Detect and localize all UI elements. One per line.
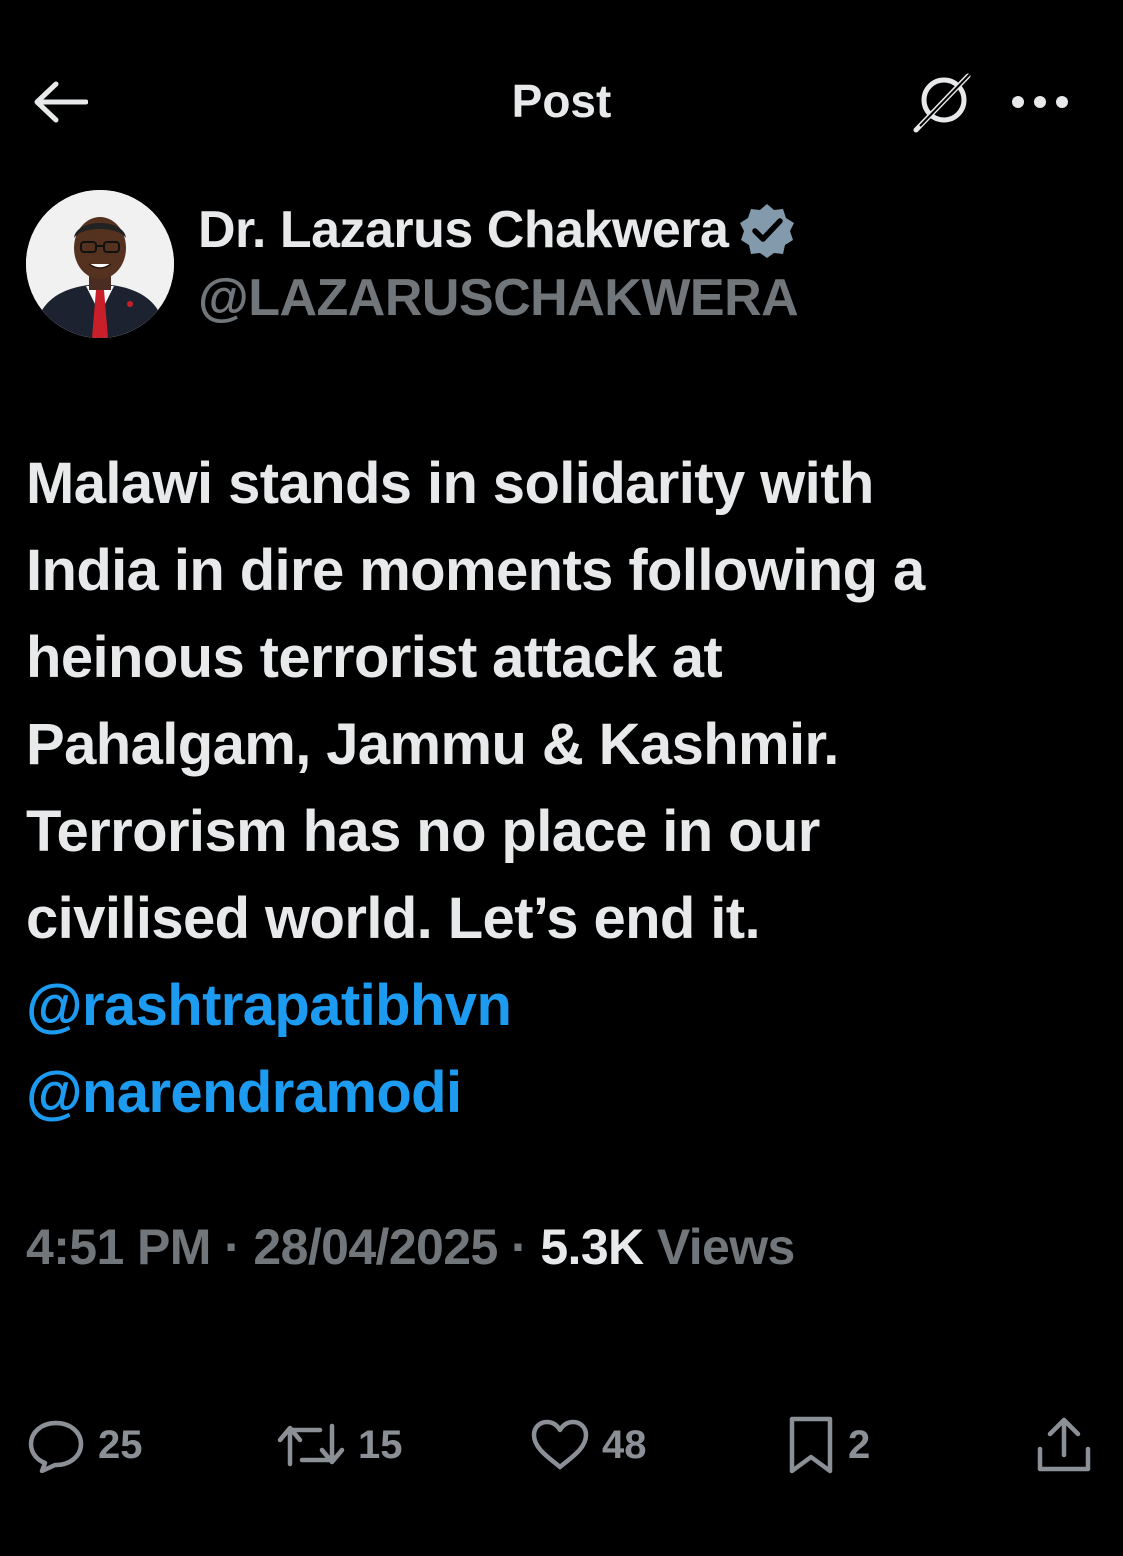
back-button[interactable]	[28, 70, 92, 134]
post-meta: 4:51 PM · 28/04/2025 · 5.3K Views	[26, 1218, 795, 1276]
author-name-row[interactable]: Dr. Lazarus Chakwera	[198, 198, 796, 262]
like-count: 48	[602, 1422, 647, 1467]
back-arrow-icon	[34, 81, 88, 123]
heart-icon	[531, 1419, 589, 1470]
post-text-line: Terrorism has no place in our	[26, 799, 820, 864]
author-handle[interactable]: @LAZARUSCHAKWERA	[198, 268, 799, 328]
verified-badge-icon[interactable]	[738, 201, 796, 259]
post-date[interactable]: 28/04/2025	[253, 1219, 498, 1275]
repost-button[interactable]: 15	[276, 1400, 403, 1490]
meta-separator: ·	[510, 1219, 528, 1275]
views-label[interactable]: Views	[657, 1219, 795, 1275]
bookmark-button[interactable]: 2	[786, 1400, 870, 1490]
repost-icon	[277, 1423, 345, 1467]
bookmark-icon	[789, 1416, 833, 1474]
post-text-line: Pahalgam, Jammu & Kashmir.	[26, 712, 839, 777]
action-bar: 25 15 48 2	[0, 1400, 1123, 1490]
like-button[interactable]: 48	[530, 1400, 647, 1490]
grok-icon	[913, 73, 971, 133]
reply-count: 25	[98, 1422, 143, 1467]
post-text-line: Malawi stands in solidarity with	[26, 451, 874, 516]
bookmark-count: 2	[848, 1422, 871, 1467]
views-count[interactable]: 5.3K	[540, 1219, 644, 1275]
repost-count: 15	[358, 1422, 403, 1467]
mention-link-narendramodi[interactable]: @narendramodi	[26, 1049, 1096, 1136]
more-options-button[interactable]	[1006, 74, 1074, 130]
mention-link-rashtrapatibhvn[interactable]: @rashtrapatibhvn	[26, 962, 1096, 1049]
post-text-line: heinous terrorist attack at	[26, 625, 723, 690]
grok-button[interactable]	[908, 68, 976, 136]
more-dots-icon	[1012, 96, 1068, 108]
share-button[interactable]	[1034, 1400, 1094, 1490]
reply-bubble-icon	[28, 1420, 84, 1473]
post-time[interactable]: 4:51 PM	[26, 1219, 211, 1275]
reply-button[interactable]: 25	[26, 1400, 143, 1490]
share-upload-icon	[1037, 1417, 1091, 1472]
post-text-line: India in dire moments following a	[26, 538, 925, 603]
post-text: Malawi stands in solidarity with India i…	[26, 440, 1096, 1136]
meta-separator: ·	[224, 1219, 241, 1275]
avatar-portrait-image	[26, 190, 174, 338]
post-header: Post	[0, 0, 1123, 200]
avatar[interactable]	[26, 190, 174, 338]
author-name[interactable]: Dr. Lazarus Chakwera	[198, 200, 729, 260]
post-text-line: civilised world. Let’s end it.	[26, 886, 761, 951]
